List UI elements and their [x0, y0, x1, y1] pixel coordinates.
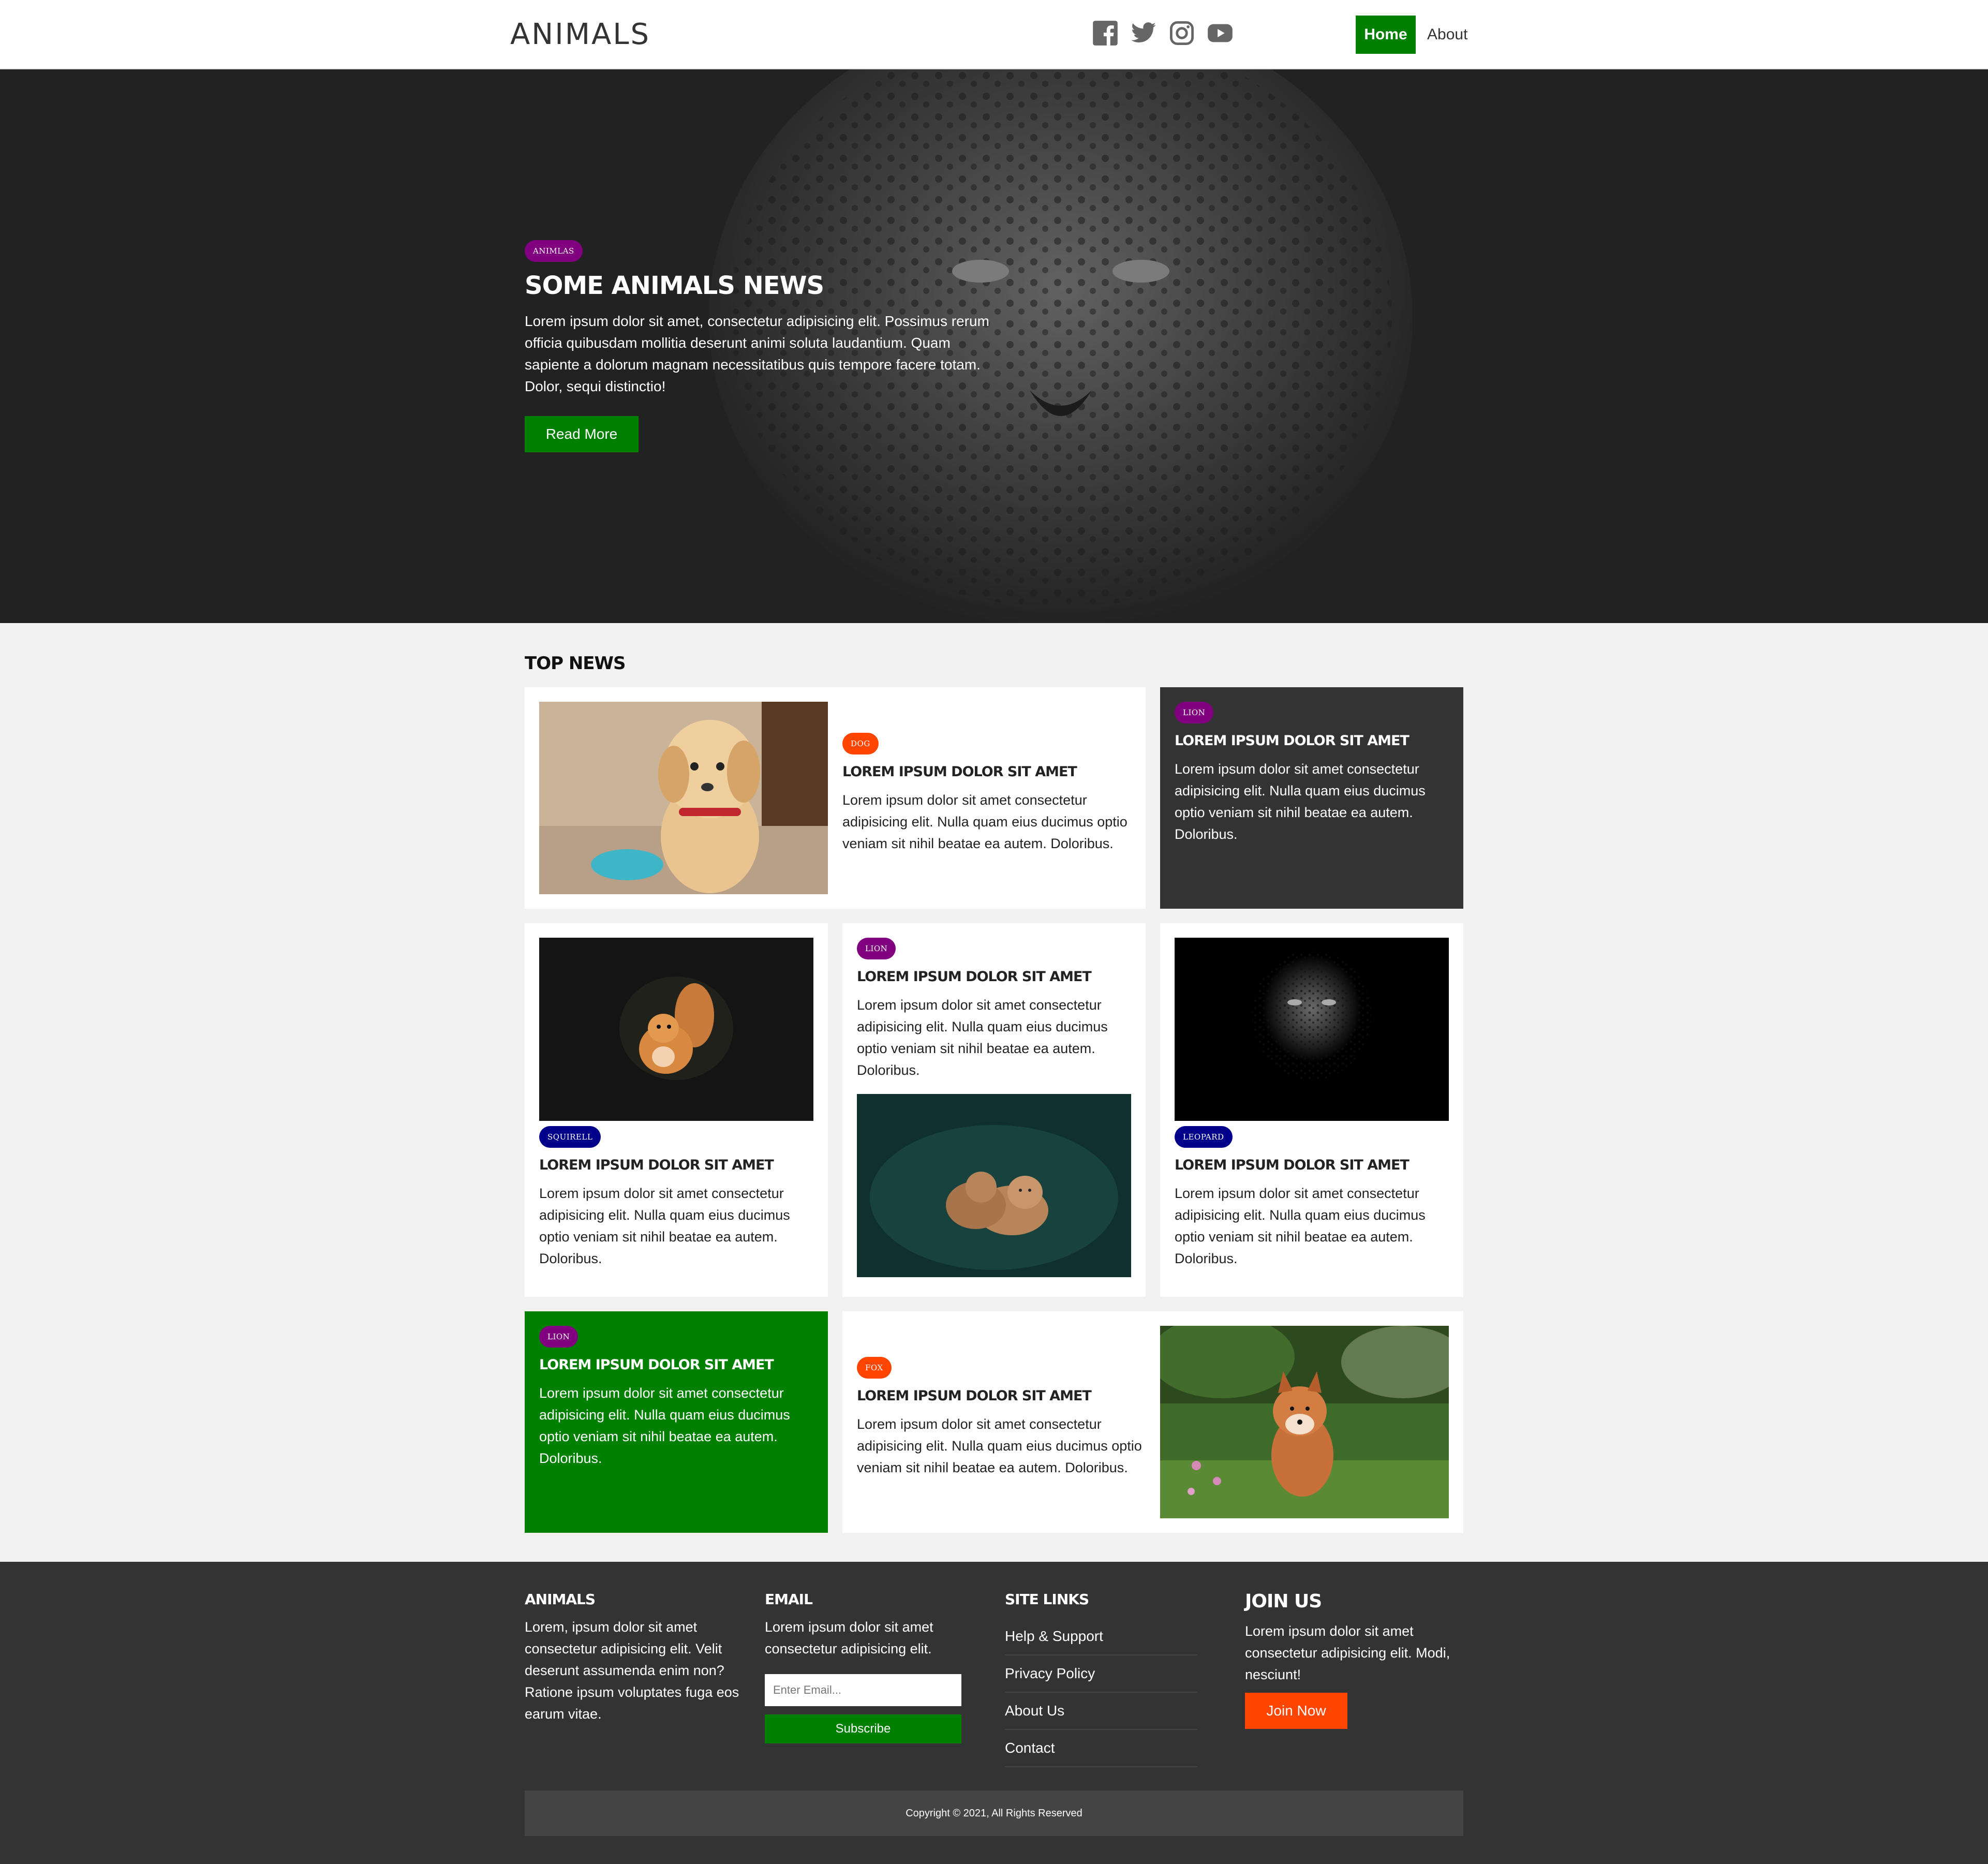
news-card-lion-dark[interactable]: LION LOREM IPSUM DOLOR SIT AMET Lorem ip…	[1160, 687, 1463, 909]
copyright-bar: Copyright © 2021, All Rights Reserved	[525, 1791, 1463, 1836]
squirrel-image	[539, 938, 813, 1121]
nav-home-link[interactable]: Home	[1356, 16, 1416, 54]
card-text: Lorem ipsum dolor sit amet consectetur a…	[857, 1416, 1142, 1475]
hero-title: SOME ANIMALS NEWS	[525, 271, 824, 300]
news-card-dog[interactable]: DOG LOREM IPSUM DOLOR SIT AMET Lorem ips…	[525, 687, 1146, 909]
read-more-button[interactable]: Read More	[525, 416, 639, 452]
facebook-icon[interactable]	[1092, 20, 1119, 47]
category-badge[interactable]: LION	[539, 1326, 578, 1348]
email-input[interactable]	[765, 1674, 961, 1706]
news-card-fox[interactable]: FOX LOREM IPSUM DOLOR SIT AMET Lorem ips…	[842, 1311, 1463, 1533]
hero-text: Lorem ipsum dolor sit amet, consectetur …	[525, 313, 989, 394]
site-logo[interactable]: ANIMALS	[510, 18, 650, 51]
footer-link-help[interactable]: Help & Support	[1005, 1618, 1197, 1655]
category-badge[interactable]: LION	[1175, 702, 1214, 723]
news-card-lion-green[interactable]: LION LOREM IPSUM DOLOR SIT AMET Lorem ip…	[525, 1311, 828, 1533]
footer-link-about[interactable]: About Us	[1005, 1693, 1197, 1730]
card-text: Lorem ipsum dolor sit amet consectetur a…	[1175, 1186, 1426, 1266]
hero-banner: ANIMLAS SOME ANIMALS NEWS Lorem ipsum do…	[0, 69, 1988, 623]
twitter-icon[interactable]	[1130, 20, 1157, 47]
footer-about-title: ANIMALS	[525, 1591, 596, 1608]
category-badge[interactable]: LEOPARD	[1175, 1126, 1233, 1148]
footer-email-text: Lorem ipsum dolor sit amet consectetur a…	[765, 1619, 933, 1656]
instagram-icon[interactable]	[1168, 20, 1195, 47]
card-title[interactable]: LOREM IPSUM DOLOR SIT AMET	[857, 1388, 1157, 1404]
dog-image	[539, 702, 828, 894]
footer-site-links: SITE LINKS Help & Support Privacy Policy…	[1005, 1591, 1212, 1767]
footer-links-title: SITE LINKS	[1005, 1591, 1089, 1608]
card-text: Lorem ipsum dolor sit amet consectetur a…	[539, 1186, 790, 1266]
card-title[interactable]: LOREM IPSUM DOLOR SIT AMET	[539, 1357, 819, 1373]
card-title[interactable]: LOREM IPSUM DOLOR SIT AMET	[857, 969, 1136, 985]
youtube-icon[interactable]	[1207, 20, 1234, 47]
footer-join-title: JOIN US	[1245, 1591, 1322, 1612]
footer-join-text: Lorem ipsum dolor sit amet consectetur a…	[1245, 1623, 1450, 1682]
category-badge[interactable]: FOX	[857, 1357, 892, 1379]
footer-about: ANIMALS Lorem, ipsum dolor sit amet cons…	[525, 1591, 752, 1725]
card-text: Lorem ipsum dolor sit amet consectetur a…	[539, 1385, 790, 1466]
category-badge[interactable]: DOG	[842, 733, 879, 755]
footer-links-list: Help & Support Privacy Policy About Us C…	[1005, 1618, 1197, 1767]
top-news-title: TOP NEWS	[525, 653, 626, 674]
category-badge[interactable]: LION	[857, 938, 896, 959]
join-now-button[interactable]: Join Now	[1245, 1693, 1347, 1729]
card-title[interactable]: LOREM IPSUM DOLOR SIT AMET	[842, 764, 1132, 780]
footer-link-contact[interactable]: Contact	[1005, 1730, 1197, 1767]
card-title[interactable]: LOREM IPSUM DOLOR SIT AMET	[1175, 733, 1454, 749]
subscribe-button[interactable]: Subscribe	[765, 1714, 961, 1743]
footer-join: JOIN US Lorem ipsum dolor sit amet conse…	[1245, 1591, 1467, 1729]
footer-link-privacy[interactable]: Privacy Policy	[1005, 1655, 1197, 1693]
footer-email: EMAIL Lorem ipsum dolor sit amet consect…	[765, 1591, 982, 1743]
main-nav: Home About	[1356, 16, 1467, 54]
news-card-squirrel[interactable]: SQUIRELL LOREM IPSUM DOLOR SIT AMET Lore…	[525, 923, 828, 1297]
card-title[interactable]: LOREM IPSUM DOLOR SIT AMET	[1175, 1157, 1454, 1173]
card-text: Lorem ipsum dolor sit amet consectetur a…	[1175, 761, 1426, 842]
hero-category-badge[interactable]: ANIMLAS	[525, 240, 583, 262]
leopard-thumbnail	[1175, 938, 1449, 1121]
fox-image	[1160, 1326, 1449, 1518]
category-badge[interactable]: SQUIRELL	[539, 1126, 601, 1148]
social-links	[1092, 20, 1234, 47]
site-header: ANIMALS Home About	[0, 0, 1988, 69]
card-title[interactable]: LOREM IPSUM DOLOR SIT AMET	[539, 1157, 819, 1173]
news-card-leopard[interactable]: LEOPARD LOREM IPSUM DOLOR SIT AMET Lorem…	[1160, 923, 1463, 1297]
footer-email-title: EMAIL	[765, 1591, 813, 1608]
lioness-image	[857, 1094, 1131, 1277]
card-text: Lorem ipsum dolor sit amet consectetur a…	[842, 792, 1127, 851]
hero-content: ANIMLAS SOME ANIMALS NEWS Lorem ipsum do…	[525, 240, 1001, 452]
nav-about-link[interactable]: About	[1416, 16, 1467, 54]
card-text: Lorem ipsum dolor sit amet consectetur a…	[857, 997, 1108, 1078]
footer-about-text: Lorem, ipsum dolor sit amet consectetur …	[525, 1619, 739, 1722]
site-footer: ANIMALS Lorem, ipsum dolor sit amet cons…	[0, 1562, 1988, 1864]
news-card-lion[interactable]: LION LOREM IPSUM DOLOR SIT AMET Lorem ip…	[842, 923, 1146, 1297]
